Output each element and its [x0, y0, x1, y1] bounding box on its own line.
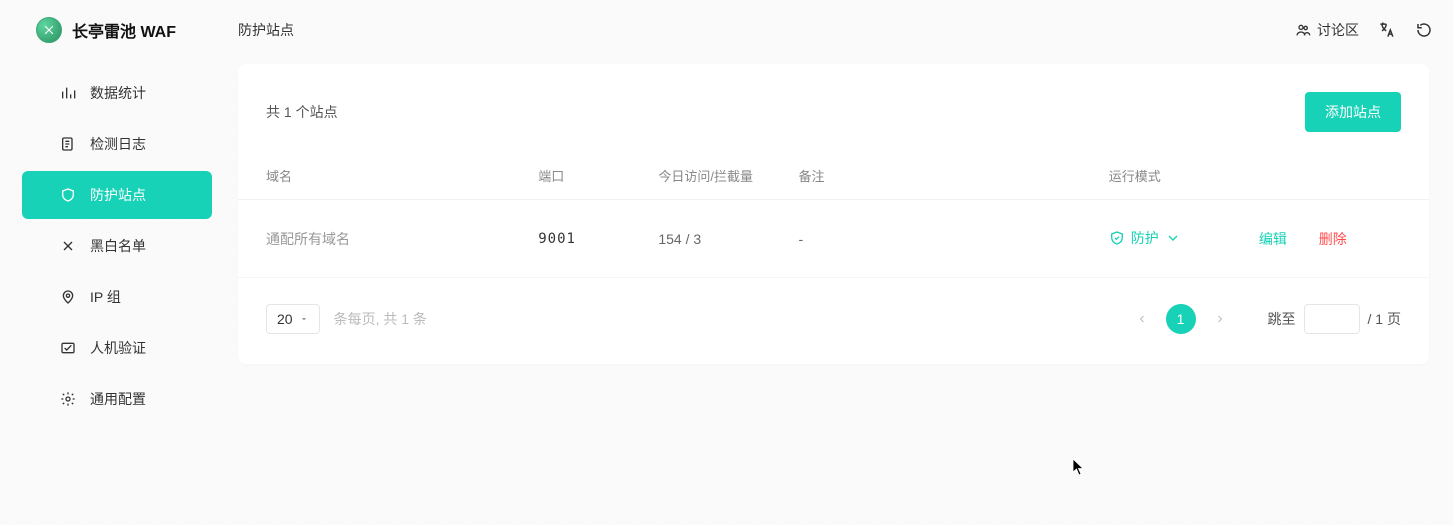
verify-icon: [60, 340, 76, 356]
sidebar-item-label: 防护站点: [90, 185, 146, 205]
col-mode: 运行模式: [1109, 152, 1259, 200]
sidebar-item-label: 数据统计: [90, 83, 146, 103]
table-header-row: 域名 端口 今日访问/拦截量 备注 运行模式: [238, 152, 1429, 200]
cell-port: 9001: [538, 200, 658, 278]
cell-visit: 154 / 3: [658, 200, 798, 278]
chevron-left-icon: [1136, 313, 1148, 325]
col-visit: 今日访问/拦截量: [658, 152, 798, 200]
page-nav: 1 跳至 / 1 页: [1128, 304, 1401, 334]
page-size-value: 20: [277, 311, 293, 327]
language-icon[interactable]: [1377, 20, 1397, 40]
location-icon: [60, 289, 76, 305]
sidebar-item-stats[interactable]: 数据统计: [22, 69, 212, 117]
logout-icon[interactable]: [1415, 21, 1433, 39]
sidebar-item-label: 人机验证: [90, 338, 146, 358]
card-head: 共 1 个站点 添加站点: [238, 64, 1429, 152]
edit-link[interactable]: 编辑: [1259, 231, 1287, 247]
sidebar-item-settings[interactable]: 通用配置: [22, 375, 212, 423]
add-site-button[interactable]: 添加站点: [1305, 92, 1401, 132]
app-logo: [36, 17, 62, 43]
prev-page-button[interactable]: [1128, 305, 1156, 333]
cursor-icon: [1072, 458, 1086, 476]
sidebar-item-ipgroup[interactable]: IP 组: [22, 273, 212, 321]
col-note: 备注: [798, 152, 1108, 200]
mode-label: 防护: [1131, 228, 1159, 248]
users-icon: [1295, 22, 1311, 38]
sites-card: 共 1 个站点 添加站点 域名 端口 今日访问/拦截量 备注 运行模式 通配所有…: [238, 64, 1429, 364]
sidebar: 数据统计 检测日志 防护站点 黑白名单 IP 组 人机验证 通用配置: [0, 60, 216, 432]
sidebar-item-lists[interactable]: 黑白名单: [22, 222, 212, 270]
bar-chart-icon: [60, 85, 76, 101]
sidebar-item-captcha[interactable]: 人机验证: [22, 324, 212, 372]
page-meta: 条每页, 共 1 条: [334, 309, 427, 329]
site-count-summary: 共 1 个站点: [266, 102, 338, 122]
cell-actions: 编辑 删除: [1259, 200, 1429, 278]
main-content: 共 1 个站点 添加站点 域名 端口 今日访问/拦截量 备注 运行模式 通配所有…: [238, 64, 1429, 364]
caret-down-icon: [299, 314, 309, 324]
cell-note: -: [798, 200, 1108, 278]
cell-mode: 防护: [1109, 200, 1259, 278]
sidebar-item-logs[interactable]: 检测日志: [22, 120, 212, 168]
page-size-select[interactable]: 20: [266, 304, 320, 334]
chevron-right-icon: [1214, 313, 1226, 325]
col-actions: [1259, 152, 1429, 200]
tools-icon: [60, 238, 76, 254]
header: 长亭雷池 WAF 防护站点 讨论区: [0, 0, 1453, 60]
page-title: 防护站点: [238, 20, 294, 40]
forum-link[interactable]: 讨论区: [1295, 20, 1359, 40]
table-row: 通配所有域名 9001 154 / 3 - 防护 编辑 删除: [238, 200, 1429, 278]
pagination: 20 条每页, 共 1 条 1 跳至 / 1 页: [238, 277, 1429, 364]
mode-selector[interactable]: 防护: [1109, 228, 1181, 248]
col-domain: 域名: [238, 152, 538, 200]
jump-to-page: 跳至 / 1 页: [1268, 304, 1401, 334]
cell-domain: 通配所有域名: [238, 200, 538, 278]
sidebar-item-label: 通用配置: [90, 389, 146, 409]
jump-suffix: / 1 页: [1368, 309, 1401, 329]
chevron-down-icon: [1165, 230, 1181, 246]
gear-icon: [60, 391, 76, 407]
sidebar-item-sites[interactable]: 防护站点: [22, 171, 212, 219]
forum-label: 讨论区: [1317, 20, 1359, 40]
header-right: 讨论区: [1295, 20, 1433, 40]
shield-icon: [60, 187, 76, 203]
jump-label: 跳至: [1268, 309, 1296, 329]
sites-table: 域名 端口 今日访问/拦截量 备注 运行模式 通配所有域名 9001 154 /…: [238, 152, 1429, 277]
sidebar-item-label: 检测日志: [90, 134, 146, 154]
jump-input[interactable]: [1304, 304, 1360, 334]
shield-check-icon: [1109, 230, 1125, 246]
next-page-button[interactable]: [1206, 305, 1234, 333]
sidebar-item-label: IP 组: [90, 287, 121, 307]
app-title: 长亭雷池 WAF: [72, 18, 176, 42]
log-icon: [60, 136, 76, 152]
delete-link[interactable]: 删除: [1319, 231, 1347, 247]
page-number-current[interactable]: 1: [1166, 304, 1196, 334]
logo-wrap: 长亭雷池 WAF: [36, 17, 176, 43]
sidebar-item-label: 黑白名单: [90, 236, 146, 256]
port-value: 9001: [538, 231, 576, 247]
col-port: 端口: [538, 152, 658, 200]
